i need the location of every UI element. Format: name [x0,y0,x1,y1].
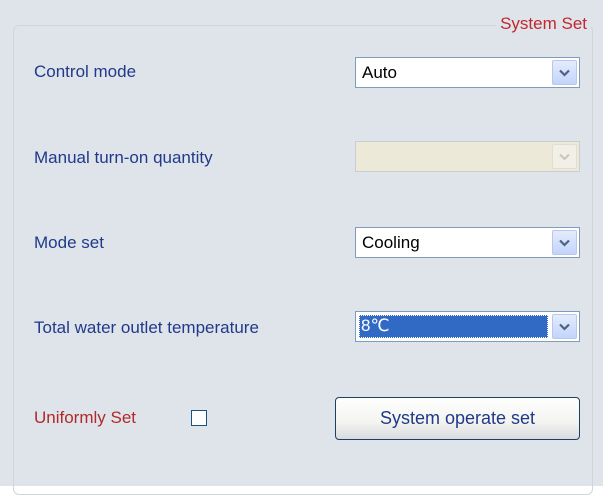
system-operate-set-button[interactable]: System operate set [335,397,580,440]
chevron-down-icon[interactable] [552,60,577,85]
control-mode-label: Control mode [34,62,137,81]
group-title: System Set [496,13,591,35]
control-mode-value: Auto [362,63,397,82]
chevron-down-icon[interactable] [552,314,577,339]
water-temp-value: 8℃ [359,315,548,338]
manual-quantity-select [355,141,580,172]
manual-quantity-label: Manual turn-on quantity [34,148,213,167]
water-temp-select[interactable]: 8℃ [355,311,580,342]
uniformly-set-label: Uniformly Set [34,408,137,427]
chevron-down-icon[interactable] [552,230,577,255]
uniformly-set-checkbox[interactable] [191,410,207,426]
mode-set-value: Cooling [362,233,420,252]
mode-set-label: Mode set [34,233,104,252]
chevron-down-icon [552,144,577,169]
system-set-panel: System Set Control mode Auto Manual turn… [0,0,603,495]
water-temp-value-text: 8℃ [361,316,390,335]
water-temp-label: Total water outlet temperature [34,318,259,337]
control-mode-select[interactable]: Auto [355,57,580,88]
mode-set-select[interactable]: Cooling [355,227,580,258]
